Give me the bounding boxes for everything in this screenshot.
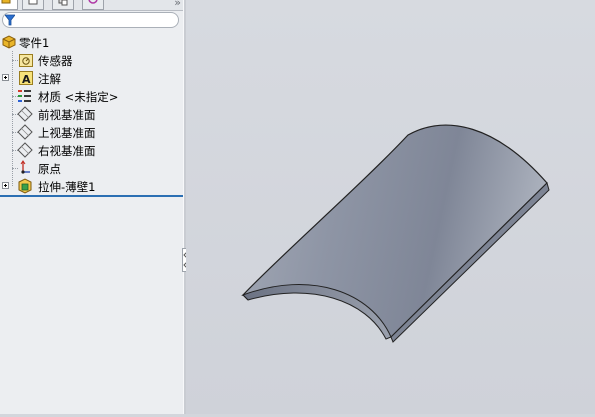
expand-toggle[interactable] bbox=[2, 182, 9, 189]
tree-filter bbox=[0, 12, 181, 30]
origin-icon bbox=[20, 160, 30, 174]
tree-item-sensors[interactable]: 传感器 bbox=[0, 51, 183, 69]
sensor-icon bbox=[19, 54, 33, 67]
configurationmanager-tab[interactable] bbox=[52, 0, 74, 10]
model-view bbox=[241, 124, 550, 343]
annotation-icon: A bbox=[19, 71, 33, 86]
propertymanager-tab[interactable] bbox=[22, 0, 44, 10]
expand-toggle[interactable] bbox=[2, 74, 9, 81]
filter-funnel-icon[interactable] bbox=[5, 14, 15, 26]
tree-item-right-plane[interactable]: 右视基准面 bbox=[0, 141, 183, 159]
material-icon bbox=[18, 90, 31, 102]
tree-item-annotations[interactable]: A 注解 bbox=[0, 69, 183, 87]
dimxpert-icon bbox=[88, 0, 98, 4]
tree-root-label: 零件1 bbox=[19, 36, 50, 50]
tree-item-label: 拉伸-薄壁1 bbox=[38, 180, 96, 194]
tree-item-label: 前视基准面 bbox=[38, 108, 96, 122]
property-sheet-icon bbox=[28, 0, 38, 5]
plane-icon bbox=[17, 142, 33, 158]
tree-root-part[interactable]: 零件1 bbox=[0, 33, 183, 51]
tree-item-label: 材质 <未指定> bbox=[38, 90, 119, 104]
tree-item-extrude-thin1[interactable]: 拉伸-薄壁1 bbox=[0, 177, 183, 195]
graphics-viewport[interactable] bbox=[186, 0, 595, 414]
dimxpert-tab[interactable] bbox=[82, 0, 104, 10]
thin-wall-extrusion[interactable] bbox=[241, 124, 550, 343]
feature-tree-icon bbox=[1, 0, 11, 4]
featuremanager-tab[interactable] bbox=[0, 0, 18, 10]
tree-item-origin[interactable]: 原点 bbox=[0, 159, 183, 177]
tree-item-top-plane[interactable]: 上视基准面 bbox=[0, 123, 183, 141]
tree-item-label: 上视基准面 bbox=[38, 126, 96, 140]
panel-tab-bar: » bbox=[0, 0, 183, 11]
tree-item-label: 原点 bbox=[38, 162, 61, 176]
plane-icon bbox=[17, 106, 33, 122]
tree-item-label: 传感器 bbox=[38, 54, 73, 68]
filter-input[interactable] bbox=[2, 12, 179, 28]
tab-overflow-chevron-icon[interactable]: » bbox=[174, 0, 181, 9]
configuration-icon bbox=[58, 0, 68, 6]
tree-item-front-plane[interactable]: 前视基准面 bbox=[0, 105, 183, 123]
tree-item-material[interactable]: 材质 <未指定> bbox=[0, 87, 183, 105]
rollback-bar[interactable] bbox=[0, 195, 183, 197]
tree-item-label: 右视基准面 bbox=[38, 144, 96, 158]
part-icon bbox=[2, 35, 16, 49]
featuremanager-panel: » 零件1 传感器 A 注解 材质 <未指定> 前视基准面 上视基准面 右视基准… bbox=[0, 0, 183, 414]
svg-text:A: A bbox=[22, 73, 31, 86]
tree-item-label: 注解 bbox=[38, 72, 61, 86]
plane-icon bbox=[17, 124, 33, 140]
extrude-feature-icon bbox=[18, 178, 32, 194]
